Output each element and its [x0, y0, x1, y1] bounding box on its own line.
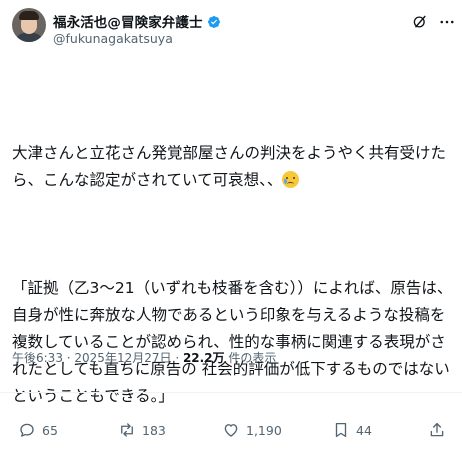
tweet-header: 福永活也@冒険家弁護士 @fukunagakatsuya: [0, 0, 462, 70]
divider: [0, 392, 462, 393]
tweet-meta: 午後6:33 · 2025年12月27日 · 22.2万 件の表示: [12, 349, 276, 366]
tweet-time[interactable]: 午後6:33: [12, 351, 63, 365]
share-button[interactable]: [428, 421, 446, 439]
like-count: 1,190: [246, 422, 282, 438]
repost-count: 183: [142, 422, 166, 438]
meta-separator: ·: [62, 351, 75, 365]
verified-icon: [207, 14, 221, 28]
bookmark-icon: [335, 422, 347, 438]
reply-button[interactable]: 65: [18, 421, 58, 439]
reply-count: 65: [42, 422, 58, 438]
author-name-row: 福永活也@冒険家弁護士: [53, 11, 221, 31]
tweet-date[interactable]: 2025年12月27日: [74, 351, 171, 365]
tweet-paragraph-1: 大津さんと立花さん発覚部屋さんの判決をようやく共有受けたら、こんな認定がされてい…: [12, 144, 447, 189]
tweet-text: 大津さんと立花さん発覚部屋さんの判決をようやく共有受けたら、こんな認定がされてい…: [12, 86, 456, 437]
tweet-paragraph-2: 「証拠（乙3～21（いずれも枝番を含む））によれば、原告は、自身が性に奔放な人物…: [12, 279, 453, 405]
action-bar: 65 183 1,190 44: [0, 421, 462, 441]
views-count: 22.2万: [182, 351, 225, 365]
heart-icon: [224, 424, 238, 437]
repost-button[interactable]: 183: [118, 421, 166, 439]
bookmark-button[interactable]: 44: [332, 421, 372, 439]
share-icon: [430, 422, 444, 437]
avatar[interactable]: [12, 8, 46, 42]
bookmark-count: 44: [356, 422, 372, 438]
grok-icon[interactable]: [411, 13, 429, 31]
reply-icon: [20, 423, 34, 437]
more-icon[interactable]: [438, 13, 456, 31]
author-handle[interactable]: @fukunagakatsuya: [53, 31, 173, 46]
repost-icon: [121, 423, 133, 437]
views-label: 件の表示: [224, 351, 277, 365]
meta-separator-2: ·: [171, 351, 183, 365]
author-display-name[interactable]: 福永活也@冒険家弁護士: [53, 11, 203, 31]
like-button[interactable]: 1,190: [222, 421, 282, 439]
crying-face-emoji-icon: [282, 171, 300, 188]
